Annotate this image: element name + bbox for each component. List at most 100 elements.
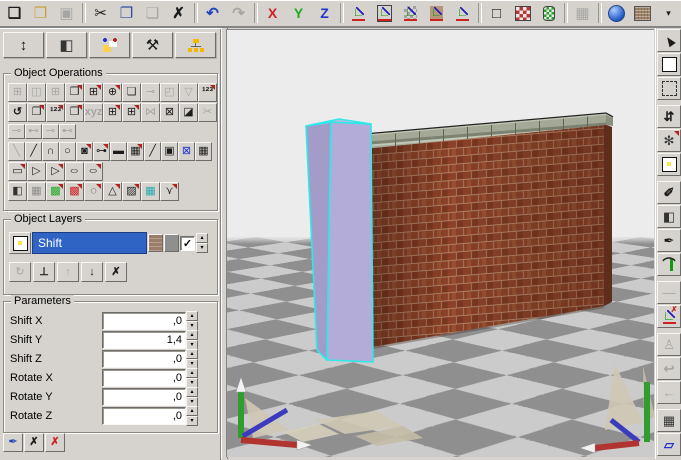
wireframe-cube-button[interactable]: □ bbox=[484, 2, 509, 24]
cut-button[interactable]: ✂ bbox=[88, 2, 113, 24]
op-texture-green[interactable]: ▩ bbox=[46, 182, 65, 201]
tab-paint[interactable]: ◧ bbox=[46, 32, 87, 58]
op-ellipse-2[interactable]: ○ bbox=[84, 162, 103, 181]
view-monitor-button[interactable]: ∟ bbox=[372, 2, 397, 24]
save-button[interactable]: ▣ bbox=[54, 2, 79, 24]
dither-button[interactable]: ▦ bbox=[570, 2, 595, 24]
redo-button[interactable]: ↷ bbox=[226, 2, 251, 24]
layer-down-button[interactable]: ↓ bbox=[81, 262, 103, 282]
op-pattern[interactable]: ▨ bbox=[122, 182, 141, 201]
op-ellipse[interactable]: ○ bbox=[65, 162, 84, 181]
rect-tool[interactable] bbox=[657, 53, 681, 76]
op-line[interactable]: ╲ bbox=[8, 142, 25, 161]
brush-tool[interactable]: ✐ bbox=[657, 181, 681, 204]
op-texture-red[interactable]: ▩ bbox=[65, 182, 84, 201]
op-thick-line[interactable]: ▬ bbox=[110, 142, 127, 161]
reset-button[interactable]: ✗ bbox=[45, 433, 65, 452]
layer-texture-swatch[interactable] bbox=[148, 234, 163, 252]
apply-button[interactable]: ✒ bbox=[3, 433, 23, 452]
picker-tool[interactable]: ✒ bbox=[657, 229, 681, 252]
parameter-spinner[interactable]: ▴ ▾ bbox=[186, 330, 198, 350]
selected-column[interactable] bbox=[306, 119, 373, 362]
op-xyz[interactable]: xyz bbox=[84, 103, 103, 122]
spin-down-icon[interactable]: ▾ bbox=[196, 243, 208, 253]
layer-visible-checkbox[interactable]: ✓ bbox=[180, 236, 195, 251]
cancel-button[interactable]: ✗ bbox=[24, 433, 44, 452]
op-connect[interactable]: ⊸ bbox=[141, 83, 160, 102]
op-funnel[interactable]: ▽ bbox=[179, 83, 198, 102]
polygon-tool[interactable]: ▱ bbox=[657, 433, 681, 456]
paste-button[interactable]: ❑ bbox=[140, 2, 165, 24]
new-button[interactable]: ❏ bbox=[2, 2, 27, 24]
op-grid-b[interactable]: ⊞ bbox=[46, 83, 65, 102]
undo-button[interactable]: ↶ bbox=[200, 2, 225, 24]
bend-tool[interactable]: ⌒ bbox=[657, 253, 681, 276]
op-grid-c[interactable]: ⊞ bbox=[103, 103, 122, 122]
parameter-spinner[interactable]: ▴ ▾ bbox=[186, 387, 198, 407]
open-button[interactable]: ❒ bbox=[28, 2, 53, 24]
op-grid-cyan[interactable]: ▦ bbox=[141, 182, 160, 201]
op-square-dot[interactable]: ▣ bbox=[161, 142, 178, 161]
axis-reset-tool[interactable]: ∟ bbox=[657, 305, 681, 328]
op-segment-d[interactable]: ⊷ bbox=[59, 124, 76, 139]
parameter-input[interactable] bbox=[102, 331, 186, 349]
op-rectangle[interactable]: ▭ bbox=[8, 162, 27, 181]
x-axis-button[interactable]: X bbox=[260, 2, 285, 24]
op-blue-x[interactable]: ⊠ bbox=[178, 142, 195, 161]
render-button[interactable] bbox=[604, 2, 629, 24]
texture-preview-button[interactable] bbox=[630, 2, 655, 24]
view-axes-small-button[interactable]: ∟ bbox=[450, 2, 475, 24]
op-triangle-2[interactable]: ▷ bbox=[46, 162, 65, 181]
region-tool[interactable] bbox=[657, 153, 681, 176]
texture-dropdown-button[interactable]: ▾ bbox=[656, 2, 681, 24]
layer-delete-button[interactable]: ✗ bbox=[105, 262, 127, 282]
tab-hierarchy[interactable] bbox=[175, 32, 216, 58]
op-rotate[interactable]: ↺ bbox=[8, 103, 27, 122]
tab-shift[interactable]: ↕ bbox=[3, 32, 44, 58]
spin-down-icon[interactable]: ▾ bbox=[186, 416, 198, 426]
op-cross[interactable]: ⋈ bbox=[141, 103, 160, 122]
layer-sync-button[interactable]: ↻ bbox=[9, 262, 31, 282]
tab-objects[interactable] bbox=[89, 32, 130, 58]
op-dot-circle[interactable]: ◌ bbox=[84, 182, 103, 201]
textured-cube-button[interactable] bbox=[510, 2, 535, 24]
op-segment-b[interactable]: ⊷ bbox=[25, 124, 42, 139]
spin-up-icon[interactable]: ▴ bbox=[186, 387, 198, 397]
parameter-spinner[interactable]: ▴ ▾ bbox=[186, 311, 198, 331]
layer-up-button[interactable]: ↑ bbox=[57, 262, 79, 282]
op-segment-a[interactable]: ⊸ bbox=[8, 124, 25, 139]
parameter-input[interactable] bbox=[102, 350, 186, 368]
brick-wall[interactable] bbox=[364, 113, 613, 349]
op-renumber[interactable]: ¹²³ bbox=[46, 103, 65, 122]
parameter-input[interactable] bbox=[102, 312, 186, 330]
spin-up-icon[interactable]: ▴ bbox=[186, 406, 198, 416]
op-duplicate[interactable]: ◰ bbox=[160, 83, 179, 102]
op-grid-d[interactable]: ⊞ bbox=[122, 103, 141, 122]
op-grid-f[interactable]: ▦ bbox=[27, 182, 46, 201]
op-arc[interactable]: ∩ bbox=[42, 142, 59, 161]
op-paint[interactable]: ◧ bbox=[8, 182, 27, 201]
3d-viewport[interactable] bbox=[226, 29, 654, 457]
op-triangle-outline[interactable]: △ bbox=[103, 182, 122, 201]
parameter-input[interactable] bbox=[102, 369, 186, 387]
parameter-input[interactable] bbox=[102, 407, 186, 425]
op-square-2[interactable]: ❐ bbox=[65, 103, 84, 122]
layer-selected-item[interactable]: Shift bbox=[32, 232, 147, 254]
y-axis-button[interactable]: Y bbox=[286, 2, 311, 24]
parameter-spinner[interactable]: ▴ ▾ bbox=[186, 349, 198, 369]
rotate-tool[interactable]: ⇵ bbox=[657, 105, 681, 128]
line-tool[interactable]: ― bbox=[657, 281, 681, 304]
layer-color-swatch[interactable] bbox=[164, 234, 179, 252]
op-square-red[interactable]: ❐ bbox=[27, 103, 46, 122]
op-triangle[interactable]: ▷ bbox=[27, 162, 46, 181]
op-boxed-x[interactable]: ⊠ bbox=[160, 103, 179, 122]
select-tool[interactable]: ▲ bbox=[657, 29, 681, 52]
op-grid-a[interactable]: ⊞ bbox=[8, 83, 27, 102]
layer-apply-button[interactable]: ⊥ bbox=[33, 262, 55, 282]
op-grid-texture[interactable]: ▦ bbox=[127, 142, 144, 161]
textured-cylinder-button[interactable] bbox=[536, 2, 561, 24]
view-textured-button[interactable]: ∟ bbox=[424, 2, 449, 24]
op-tree[interactable]: ⋎ bbox=[160, 182, 179, 201]
spin-up-icon[interactable]: ▴ bbox=[186, 368, 198, 378]
op-numbers[interactable]: ¹²³ bbox=[198, 83, 217, 102]
